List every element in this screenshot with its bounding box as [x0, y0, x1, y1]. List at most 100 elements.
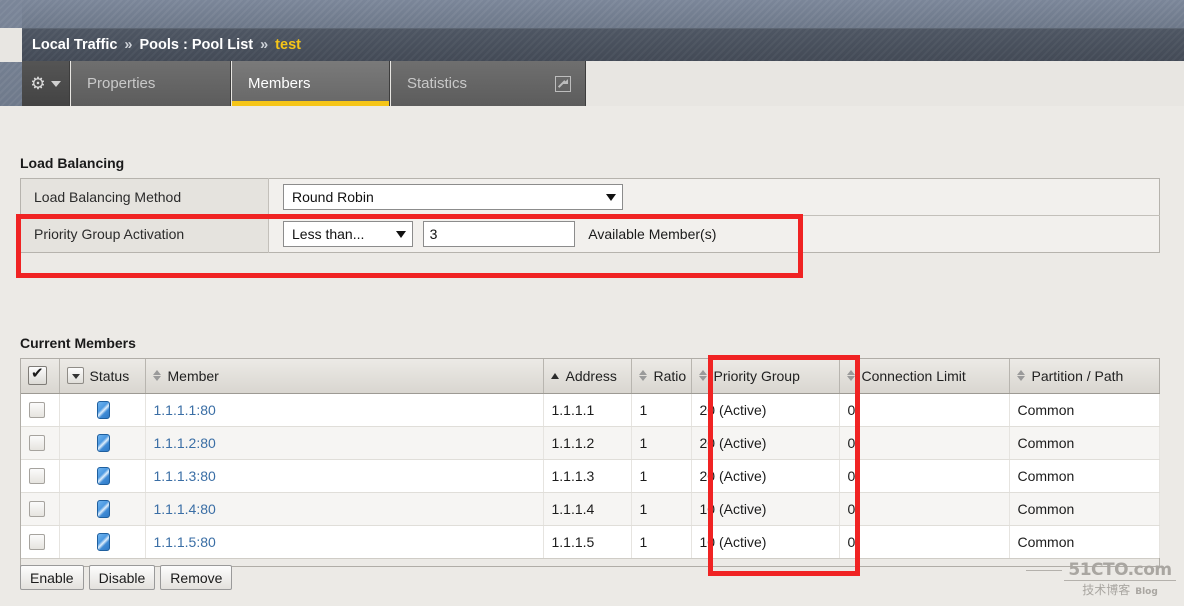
- status-filter-dropdown-icon[interactable]: [66, 367, 84, 385]
- column-header-status[interactable]: Status: [59, 359, 146, 394]
- tab-properties[interactable]: Properties: [71, 61, 231, 106]
- row-select-cell[interactable]: [21, 492, 60, 526]
- member-cell: 1.1.1.1:80: [145, 393, 544, 427]
- row-select-cell[interactable]: [21, 525, 60, 558]
- member-cell: 1.1.1.5:80: [145, 525, 544, 558]
- member-cell: 1.1.1.2:80: [145, 426, 544, 460]
- row-checkbox[interactable]: [29, 402, 45, 419]
- chevron-down-icon: [50, 80, 61, 87]
- tab-statistics[interactable]: Statistics: [391, 61, 586, 106]
- current-members-heading: Current Members: [20, 335, 136, 351]
- ratio-cell: 1: [631, 393, 692, 427]
- row-select-cell[interactable]: [21, 459, 60, 493]
- column-header-select-all[interactable]: [21, 359, 60, 394]
- status-available-icon: [96, 433, 110, 452]
- main-content: Load Balancing Load Balancing Method Rou…: [0, 106, 1184, 606]
- column-header-ratio[interactable]: Ratio: [631, 359, 692, 394]
- address-cell: 1.1.1.3: [543, 459, 632, 493]
- priority-group-activation-label: Priority Group Activation: [20, 215, 269, 253]
- tab-bar: ⚙ Properties Members Statistics: [22, 61, 1184, 106]
- priority-group-activation-field: Less than... Available Member(s): [268, 215, 1160, 253]
- enable-button[interactable]: Enable: [20, 565, 84, 590]
- remove-button[interactable]: Remove: [160, 565, 233, 590]
- member-link[interactable]: 1.1.1.2:80: [154, 435, 216, 451]
- table-header-row: Status Member Address: [21, 359, 1159, 394]
- connection-limit-cell: 0: [839, 525, 1010, 558]
- connection-limit-cell: 0: [839, 492, 1010, 526]
- column-header-address[interactable]: Address: [543, 359, 632, 394]
- load-balancing-heading: Load Balancing: [20, 155, 125, 171]
- row-checkbox[interactable]: [29, 435, 45, 452]
- column-header-priority-group[interactable]: Priority Group: [691, 359, 840, 394]
- ratio-cell: 1: [631, 525, 692, 558]
- sort-ascending-icon: [550, 372, 560, 379]
- tab-members[interactable]: Members: [232, 61, 390, 106]
- breadcrumb-item-pool-list[interactable]: Pools : Pool List: [140, 37, 254, 53]
- status-cell: [59, 492, 146, 526]
- ratio-cell: 1: [631, 492, 692, 526]
- table-row[interactable]: 1.1.1.5:80 1.1.1.5 1 10 (Active) 0 Common: [21, 525, 1160, 558]
- member-cell: 1.1.1.4:80: [145, 492, 544, 526]
- column-header-partition-path[interactable]: Partition / Path: [1009, 359, 1159, 394]
- priority-group-activation-select[interactable]: Less than...: [283, 221, 413, 247]
- member-link[interactable]: 1.1.1.3:80: [154, 468, 216, 484]
- priority-group-cell: 20 (Active): [691, 426, 840, 460]
- partition-path-cell: Common: [1009, 426, 1160, 460]
- tab-statistics-label: Statistics: [407, 75, 468, 92]
- priority-group-cell: 10 (Active): [691, 525, 840, 558]
- priority-group-activation-row: Priority Group Activation Less than... A…: [20, 215, 1160, 253]
- status-cell: [59, 426, 146, 460]
- address-cell: 1.1.1.1: [543, 393, 632, 427]
- connection-limit-cell: 0: [839, 459, 1010, 493]
- tab-menu-button[interactable]: ⚙: [22, 61, 70, 106]
- row-checkbox[interactable]: [29, 501, 45, 518]
- available-members-label: Available Member(s): [588, 226, 717, 242]
- address-cell: 1.1.1.2: [543, 426, 632, 460]
- status-cell: [59, 525, 146, 558]
- load-balancing-method-select[interactable]: Round Robin: [283, 184, 623, 210]
- table-row[interactable]: 1.1.1.2:80 1.1.1.2 1 20 (Active) 0 Common: [21, 426, 1160, 460]
- partition-path-cell: Common: [1009, 393, 1160, 427]
- load-balancing-method-label: Load Balancing Method: [20, 178, 269, 216]
- row-checkbox[interactable]: [29, 534, 45, 551]
- column-header-status-label: Status: [89, 367, 130, 384]
- partition-path-cell: Common: [1009, 492, 1160, 526]
- member-link[interactable]: 1.1.1.1:80: [154, 402, 216, 418]
- chevron-down-icon: [396, 230, 406, 238]
- status-available-icon: [96, 532, 110, 551]
- select-all-checkbox[interactable]: [28, 365, 47, 386]
- gear-icon: ⚙: [30, 74, 46, 93]
- disable-button[interactable]: Disable: [88, 565, 156, 590]
- status-cell: [59, 393, 146, 427]
- member-cell: 1.1.1.3:80: [145, 459, 544, 493]
- column-header-connection-limit-label: Connection Limit: [861, 367, 966, 384]
- sort-both-icon: [698, 369, 708, 382]
- column-header-connection-limit[interactable]: Connection Limit: [839, 359, 1010, 394]
- status-cell: [59, 459, 146, 493]
- connection-limit-cell: 0: [839, 393, 1010, 427]
- tab-properties-label: Properties: [87, 75, 156, 92]
- breadcrumb: Local Traffic » Pools : Pool List » test: [22, 28, 1184, 61]
- priority-group-cell: 20 (Active): [691, 393, 840, 427]
- column-header-address-label: Address: [565, 367, 617, 384]
- window-chrome-top: [0, 0, 1184, 28]
- breadcrumb-item-local-traffic[interactable]: Local Traffic: [32, 37, 117, 53]
- partition-path-cell: Common: [1009, 525, 1160, 558]
- row-select-cell[interactable]: [21, 426, 60, 460]
- connection-limit-cell: 0: [839, 426, 1010, 460]
- tab-members-label: Members: [248, 75, 311, 92]
- member-link[interactable]: 1.1.1.4:80: [154, 501, 216, 517]
- table-row[interactable]: 1.1.1.4:80 1.1.1.4 1 10 (Active) 0 Common: [21, 492, 1160, 526]
- priority-group-activation-mode: Less than...: [292, 226, 365, 242]
- column-header-partition-path-label: Partition / Path: [1031, 367, 1124, 384]
- member-link[interactable]: 1.1.1.5:80: [154, 534, 216, 550]
- table-row[interactable]: 1.1.1.1:80 1.1.1.1 1 20 (Active) 0 Common: [21, 393, 1160, 427]
- members-action-buttons: Enable Disable Remove: [20, 565, 233, 590]
- row-checkbox[interactable]: [29, 468, 45, 485]
- column-header-member[interactable]: Member: [145, 359, 544, 394]
- priority-group-activation-count-input[interactable]: [422, 221, 575, 247]
- chevron-down-icon: [606, 193, 616, 201]
- row-select-cell[interactable]: [21, 393, 60, 427]
- sort-both-icon: [1016, 369, 1026, 382]
- table-row[interactable]: 1.1.1.3:80 1.1.1.3 1 20 (Active) 0 Common: [21, 459, 1160, 493]
